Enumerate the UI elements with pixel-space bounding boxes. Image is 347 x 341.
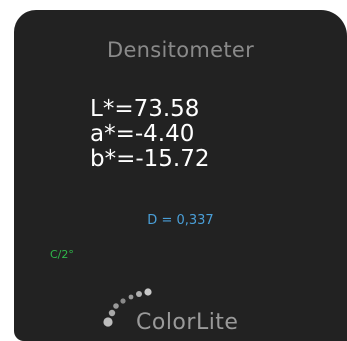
colorlite-logo: ColorLite — [94, 282, 264, 341]
lab-b-value: b*=-15.72 — [90, 146, 210, 172]
density-value: D = 0,337 — [147, 213, 214, 228]
illuminant-label: C/2° — [50, 248, 74, 261]
app-title: Densitometer — [106, 38, 255, 62]
densitometer-panel: Densitometer L*=73.58 a*=-4.40 b*=-15.72… — [14, 10, 347, 341]
lab-a-value: a*=-4.40 — [90, 121, 195, 147]
brand-name: ColorLite — [136, 310, 239, 335]
lab-l-value: L*=73.58 — [90, 96, 200, 122]
